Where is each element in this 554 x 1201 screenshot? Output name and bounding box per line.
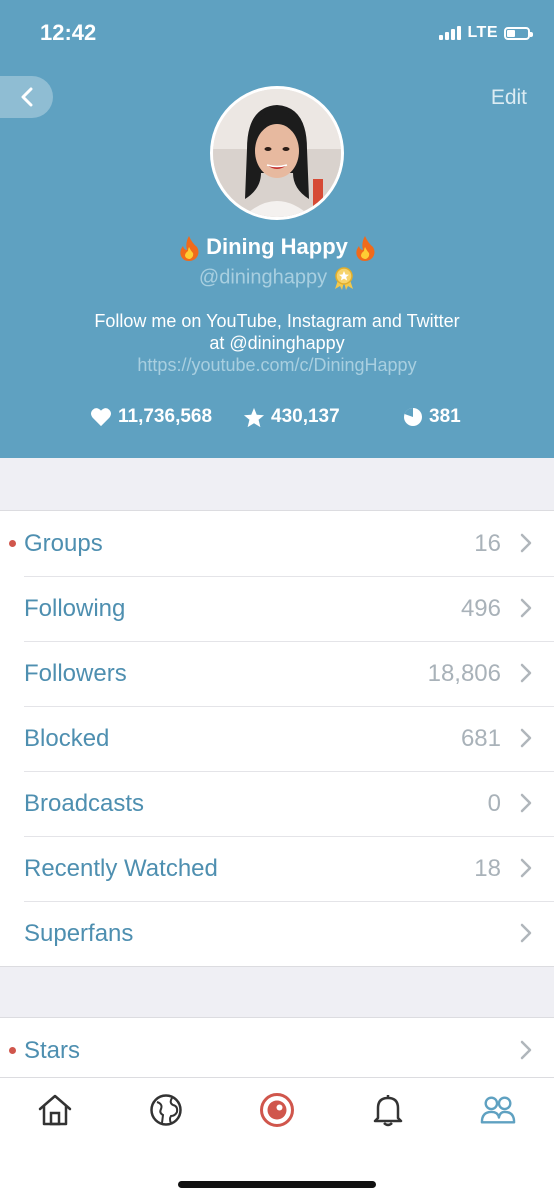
signal-icon (439, 26, 462, 40)
chevron-right-icon (520, 598, 532, 618)
profile-header: 12:42 LTE Edit Dining Happy @dininghappy… (0, 0, 554, 458)
status-indicators: LTE (439, 24, 533, 42)
hearts-count: 11,736,568 (118, 406, 213, 427)
menu-label: Superfans (24, 919, 134, 947)
home-indicator (178, 1181, 376, 1188)
username-row: @dininghappy (0, 266, 554, 290)
battery-icon (504, 26, 533, 40)
globe-icon (150, 1094, 182, 1126)
stats-row: 11,736,568 430,137 381 (0, 406, 554, 432)
tab-global[interactable] (148, 1092, 184, 1128)
fire-icon (180, 236, 199, 262)
home-icon (38, 1094, 72, 1126)
menu-label: Recently Watched (24, 854, 218, 882)
menu-row-blocked[interactable]: Blocked 681 (0, 706, 554, 771)
network-label: LTE (467, 24, 498, 41)
menu-label: Blocked (24, 724, 110, 752)
chevron-right-icon (520, 663, 532, 683)
chevron-right-icon (520, 923, 532, 943)
chevron-right-icon (520, 533, 532, 553)
menu-row-recently-watched[interactable]: Recently Watched 18 (0, 836, 554, 901)
display-name-row: Dining Happy (0, 234, 554, 262)
profile-menu: Groups 16 Following 496 Followers 18,806… (0, 510, 554, 967)
chevron-right-icon (520, 728, 532, 748)
tab-broadcast[interactable] (259, 1092, 295, 1128)
tab-notifications[interactable] (370, 1092, 406, 1128)
back-button[interactable] (0, 76, 53, 118)
menu-row-followers[interactable]: Followers 18,806 (0, 641, 554, 706)
star-icon (243, 407, 265, 427)
menu-row-superfans[interactable]: Superfans (0, 901, 554, 966)
chevron-left-icon (21, 87, 32, 107)
menu-label: Stars (24, 1036, 81, 1064)
menu-label: Followers (24, 659, 127, 687)
menu-count: 0 (487, 789, 501, 817)
tab-profile[interactable] (480, 1092, 516, 1128)
menu-count: 18 (474, 854, 501, 882)
avatar[interactable] (210, 86, 344, 220)
tab-home[interactable] (37, 1092, 73, 1128)
menu-count: 496 (460, 594, 501, 622)
menu-label: Broadcasts (24, 789, 145, 817)
bio-link[interactable]: https://youtube.com/c/DiningHappy (137, 355, 416, 375)
bell-icon (373, 1095, 403, 1127)
chevron-right-icon (520, 858, 532, 878)
bio-text: Follow me on YouTube, Instagram and Twit… (94, 311, 460, 353)
avatar-image (213, 89, 341, 217)
hearts-stat: 11,736,568 (90, 406, 212, 428)
broadcast-icon (404, 408, 422, 426)
menu-row-groups[interactable]: Groups 16 (0, 511, 554, 576)
bio: Follow me on YouTube, Instagram and Twit… (90, 310, 464, 376)
menu-count: 16 (474, 529, 501, 557)
stars-count: 430,137 (271, 406, 340, 427)
menu-row-broadcasts[interactable]: Broadcasts 0 (0, 771, 554, 836)
notification-dot (9, 540, 16, 547)
notification-dot (9, 1047, 16, 1054)
broadcasts-count: 381 (429, 406, 461, 427)
chevron-right-icon (520, 793, 532, 813)
broadcasts-stat: 381 (403, 406, 461, 428)
stars-stat: 430,137 (243, 406, 340, 428)
heart-icon (91, 408, 111, 427)
camera-live-icon (260, 1093, 294, 1127)
status-time: 12:42 (40, 20, 97, 45)
menu-row-following[interactable]: Following 496 (0, 576, 554, 641)
menu-label: Following (24, 594, 126, 622)
menu-row-stars[interactable]: Stars (0, 1018, 554, 1083)
superfan-badge-icon (335, 267, 354, 290)
chevron-right-icon (520, 1040, 532, 1060)
profile-menu-secondary: Stars (0, 1017, 554, 1083)
display-name: Dining Happy (206, 234, 348, 259)
menu-count: 18,806 (427, 659, 501, 687)
menu-label: Groups (24, 529, 103, 557)
fire-icon (356, 236, 375, 262)
menu-count: 681 (460, 724, 501, 752)
username: @dininghappy (198, 266, 328, 289)
edit-button[interactable]: Edit (491, 86, 527, 110)
people-icon (480, 1096, 516, 1124)
